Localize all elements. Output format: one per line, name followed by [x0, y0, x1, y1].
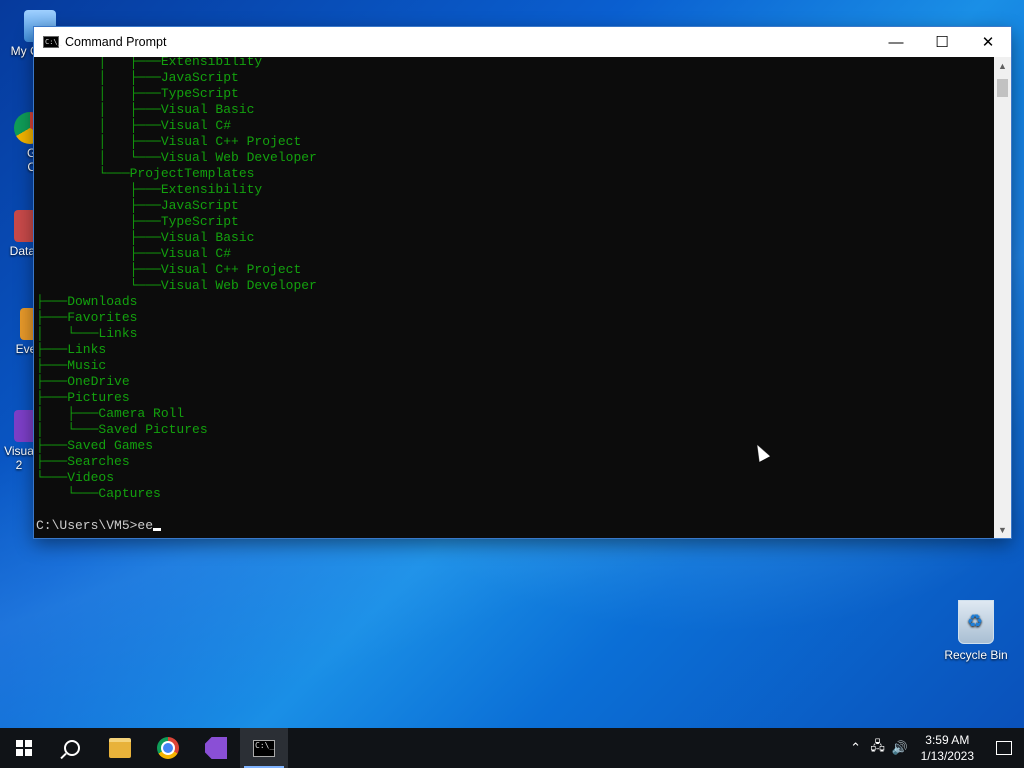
terminal-line: │ ├───Visual C++ Project	[98, 134, 302, 149]
terminal-line: ├───OneDrive	[36, 374, 130, 389]
terminal-line: └───ProjectTemplates	[98, 166, 255, 181]
scroll-thumb[interactable]	[997, 79, 1008, 97]
maximize-button[interactable]: ☐	[919, 27, 965, 57]
chevron-up-icon[interactable]: ⌃	[845, 740, 867, 756]
network-icon[interactable]: 🖧	[867, 737, 889, 759]
terminal-line: ├───JavaScript	[129, 198, 239, 213]
terminal-line: ├───Extensibility	[129, 182, 263, 197]
terminal-line: ├───Favorites	[36, 310, 138, 325]
taskbar: C:\_ ⌃ 🖧 🔊 3:59 AM 1/13/2023	[0, 728, 1024, 768]
terminal-line: └───Visual Web Developer	[129, 278, 317, 293]
command-prompt-line[interactable]: C:\Users\VM5>ee	[36, 518, 153, 533]
windows-logo-icon	[16, 740, 32, 756]
taskbar-file-explorer[interactable]	[96, 728, 144, 768]
terminal-line: │ └───Links	[36, 326, 138, 341]
terminal-line: ├───Visual C++ Project	[129, 262, 302, 277]
cmd-icon: C:\_	[253, 739, 275, 757]
close-button[interactable]: ✕	[965, 27, 1011, 57]
notification-icon	[996, 741, 1012, 755]
terminal-line: ├───Searches	[36, 454, 130, 469]
cmd-app-icon: C:\_	[43, 36, 62, 48]
taskbar-chrome[interactable]	[144, 728, 192, 768]
terminal-line: │ ├───Visual C#	[98, 118, 232, 133]
visual-studio-icon	[205, 737, 227, 759]
terminal-line: ├───Visual Basic	[129, 230, 255, 245]
terminal-line: └───Videos	[36, 470, 115, 485]
terminal-line: │ ├───Camera Roll	[36, 406, 185, 421]
notifications-button[interactable]	[984, 728, 1024, 768]
volume-icon[interactable]: 🔊	[889, 740, 911, 756]
scroll-up-arrow-icon[interactable]: ▲	[994, 57, 1011, 74]
chrome-icon	[157, 737, 179, 759]
clock-date: 1/13/2023	[920, 749, 974, 763]
search-button[interactable]	[48, 728, 96, 768]
terminal-line: ├───TypeScript	[129, 214, 239, 229]
terminal-line: │ └───Saved Pictures	[36, 422, 208, 437]
terminal-line: │ ├───Visual Basic	[98, 102, 255, 117]
recycle-bin-label: Recycle Bin	[944, 648, 1008, 662]
terminal-line: ├───Pictures	[36, 390, 130, 405]
start-button[interactable]	[0, 728, 48, 768]
scroll-down-arrow-icon[interactable]: ▼	[994, 521, 1011, 538]
folder-icon	[109, 738, 131, 758]
terminal-line: ├───Saved Games	[36, 438, 154, 453]
window-title: Command Prompt	[65, 35, 167, 49]
search-icon	[64, 740, 80, 756]
clock[interactable]: 3:59 AM 1/13/2023	[911, 732, 984, 764]
desktop-icon-recycle-bin[interactable]: Recycle Bin	[940, 600, 1012, 662]
taskbar-visual-studio[interactable]	[192, 728, 240, 768]
recycle-bin-icon	[958, 600, 994, 644]
vertical-scrollbar[interactable]: ▲ ▼	[994, 57, 1011, 538]
system-tray: ⌃ 🖧 🔊 3:59 AM 1/13/2023	[845, 728, 1024, 768]
desktop-icon-label: Visua 2	[4, 444, 34, 472]
command-prompt-window[interactable]: C:\_ Command Prompt — ☐ ✕ │ ├───Extensib…	[34, 27, 1011, 538]
terminal-line: │ ├───JavaScript	[98, 70, 239, 85]
terminal-line: ├───Downloads	[36, 294, 138, 309]
title-bar[interactable]: C:\_ Command Prompt — ☐ ✕	[34, 27, 1011, 57]
terminal-text: │ ├───Extensibility │ ├───JavaScript │ ├…	[34, 57, 994, 534]
terminal-output[interactable]: │ ├───Extensibility │ ├───JavaScript │ ├…	[34, 57, 994, 538]
terminal-line: │ ├───TypeScript	[98, 86, 239, 101]
terminal-line: │ ├───Extensibility	[98, 57, 263, 69]
terminal-line: │ └───Visual Web Developer	[98, 150, 317, 165]
clock-time: 3:59 AM	[925, 733, 970, 747]
terminal-line: ├───Visual C#	[129, 246, 232, 261]
taskbar-command-prompt[interactable]: C:\_	[240, 728, 288, 768]
minimize-button[interactable]: —	[873, 27, 919, 57]
terminal-line: └───Captures	[67, 486, 161, 501]
text-cursor	[153, 528, 162, 531]
terminal-line: ├───Links	[36, 342, 107, 357]
terminal-line: ├───Music	[36, 358, 107, 373]
